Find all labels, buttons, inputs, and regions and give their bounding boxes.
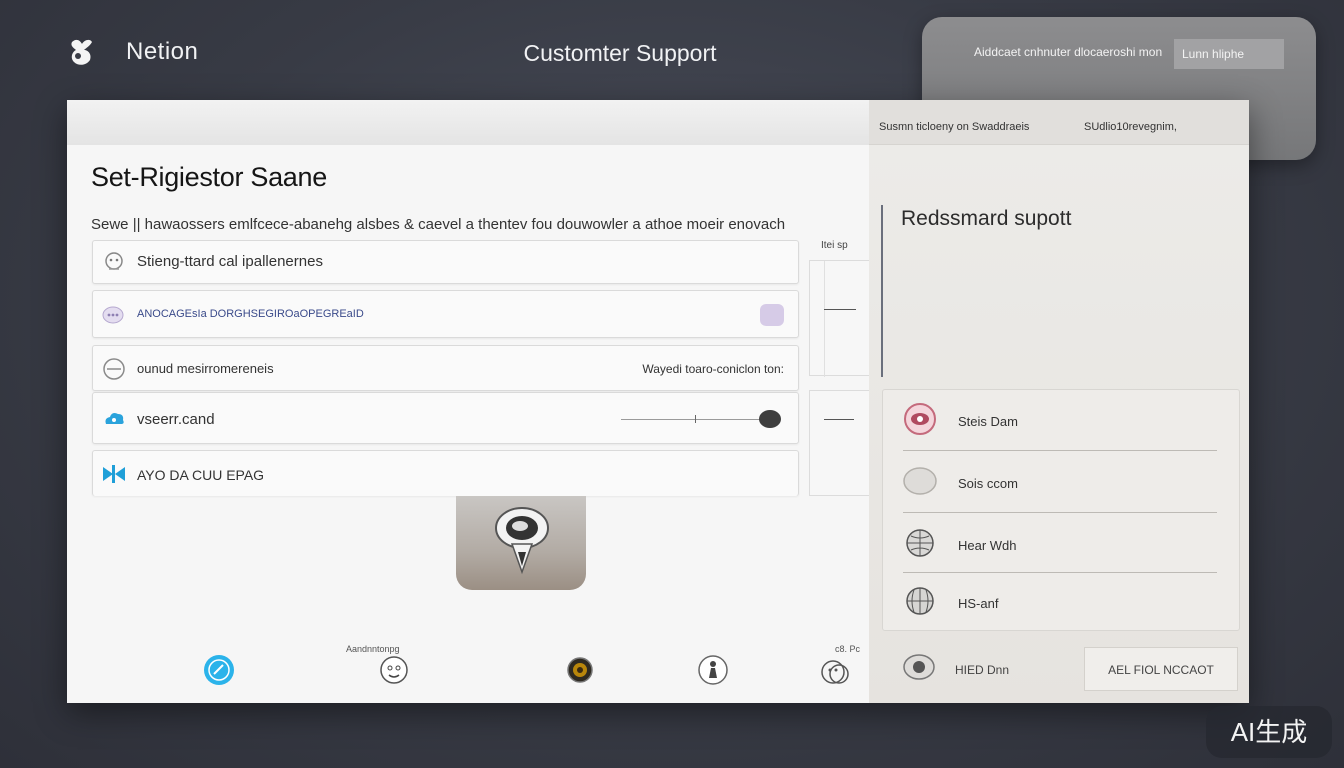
middle-label: Itei sp (821, 240, 848, 251)
ai-generated-badge: AI生成 (1206, 706, 1332, 758)
eye-outline-icon[interactable] (902, 651, 936, 683)
middle-column: Itei sp (809, 240, 869, 496)
toggle-pill-icon (903, 467, 937, 495)
middle-box-divider (824, 261, 825, 377)
record-icon[interactable] (564, 654, 596, 686)
arrow-right-icon (824, 309, 856, 310)
web-icon (906, 587, 934, 615)
slider-knob[interactable] (759, 410, 781, 428)
right-panel: Redssmard supott Steis Dam Sois ccom Hea… (869, 145, 1249, 703)
settings-row-requirements[interactable]: ounud mesirromereneis Wayedi toaro-conic… (92, 345, 799, 391)
edit-icon[interactable] (203, 654, 235, 686)
topbar-right-link-a[interactable]: Susmn ticloeny on Swaddraeis (879, 121, 1029, 133)
support-item-label: Steis Dam (958, 414, 1018, 429)
topbar-right-link-b[interactable]: SUdlio10revegnim, (1084, 121, 1177, 133)
bowtie-icon (103, 465, 125, 483)
face-icon (105, 252, 123, 270)
window-topbar-right: Susmn ticloeny on Swaddraeis SUdlio10rev… (869, 100, 1249, 145)
panel-title: Redssmard supott (901, 207, 1072, 230)
row-label: Stieng-ttard cal ipallenernes (137, 253, 323, 270)
bottom-caption: Aandnntonpg (346, 644, 400, 654)
row-label: vseerr.cand (137, 411, 215, 428)
divider (903, 572, 1217, 573)
support-item[interactable]: Hear Wdh (883, 514, 1239, 574)
cloud-icon (105, 413, 124, 424)
dash-icon (824, 419, 854, 420)
person-icon[interactable] (697, 654, 729, 686)
divider (903, 512, 1217, 513)
support-item[interactable]: Sois ccom (883, 452, 1239, 512)
support-item-label: Sois ccom (958, 476, 1018, 491)
color-swatch[interactable] (760, 304, 784, 326)
row-label: ounud mesirromereneis (137, 361, 274, 376)
product-photo (456, 496, 586, 590)
card-right-button[interactable]: Lunn hliphe (1174, 39, 1284, 69)
row-label: ANOCAGEsIa DORGHSEGIROaOPEGREaID (137, 308, 364, 320)
support-item[interactable]: HS-anf (883, 574, 1239, 634)
row-right-text: Wayedi toaro-coniclon ton: (642, 362, 784, 376)
mail-face-icon (103, 358, 125, 380)
page-title: Set-Rigiestor Saane (91, 162, 327, 192)
main-window: Susmn ticloeny on Swaddraeis SUdlio10rev… (67, 100, 1249, 703)
face-outline-icon[interactable] (378, 654, 410, 686)
card-left-text: Aiddcaet cnhnuter dlocaeroshi mon (974, 45, 1163, 59)
middle-box-bottom[interactable] (809, 390, 869, 496)
settings-row-campaign[interactable]: AYO DA CUU EPAG (92, 450, 799, 496)
contact-button[interactable]: AEL FIOL NCCAOT (1084, 647, 1238, 691)
row-label: AYO DA CUU EPAG (137, 467, 265, 483)
support-item-label: Hear Wdh (958, 538, 1017, 553)
netion-logo-icon (71, 39, 92, 65)
support-item-label: HS-anf (958, 596, 999, 611)
eye-icon (904, 403, 936, 435)
settings-row-standard[interactable]: Stieng-ttard cal ipallenernes (92, 240, 799, 284)
page-description: Sewe || hawaossers emlfcece-abanehg alsb… (91, 216, 786, 233)
divider (903, 450, 1217, 451)
panel-accent-line (881, 205, 883, 377)
bottom-caption: c8. Pc (835, 644, 861, 654)
support-list: Steis Dam Sois ccom Hear Wdh HS-anf (882, 389, 1240, 631)
panel-footer: HIED Dnn AEL FIOL NCCAOT (882, 643, 1240, 701)
face-swap-icon[interactable] (819, 656, 851, 688)
footer-label: HIED Dnn (955, 663, 1010, 677)
bottom-toolbar: Aandnntonpg c8. Pc (67, 630, 869, 703)
app-title: Customter Support (523, 40, 717, 66)
headset-icon (495, 507, 549, 575)
middle-box-top[interactable] (809, 260, 869, 377)
window-topbar (67, 100, 869, 145)
chat-bubble-icon (102, 306, 124, 324)
settings-row-account[interactable]: ANOCAGEsIa DORGHSEGIROaOPEGREaID (92, 290, 799, 338)
slider-tick (695, 415, 696, 423)
brand-name: Netion (126, 38, 199, 65)
support-item[interactable]: Steis Dam (883, 390, 1239, 450)
globe-icon (906, 529, 934, 557)
settings-row-search[interactable]: vseerr.cand (92, 392, 799, 444)
